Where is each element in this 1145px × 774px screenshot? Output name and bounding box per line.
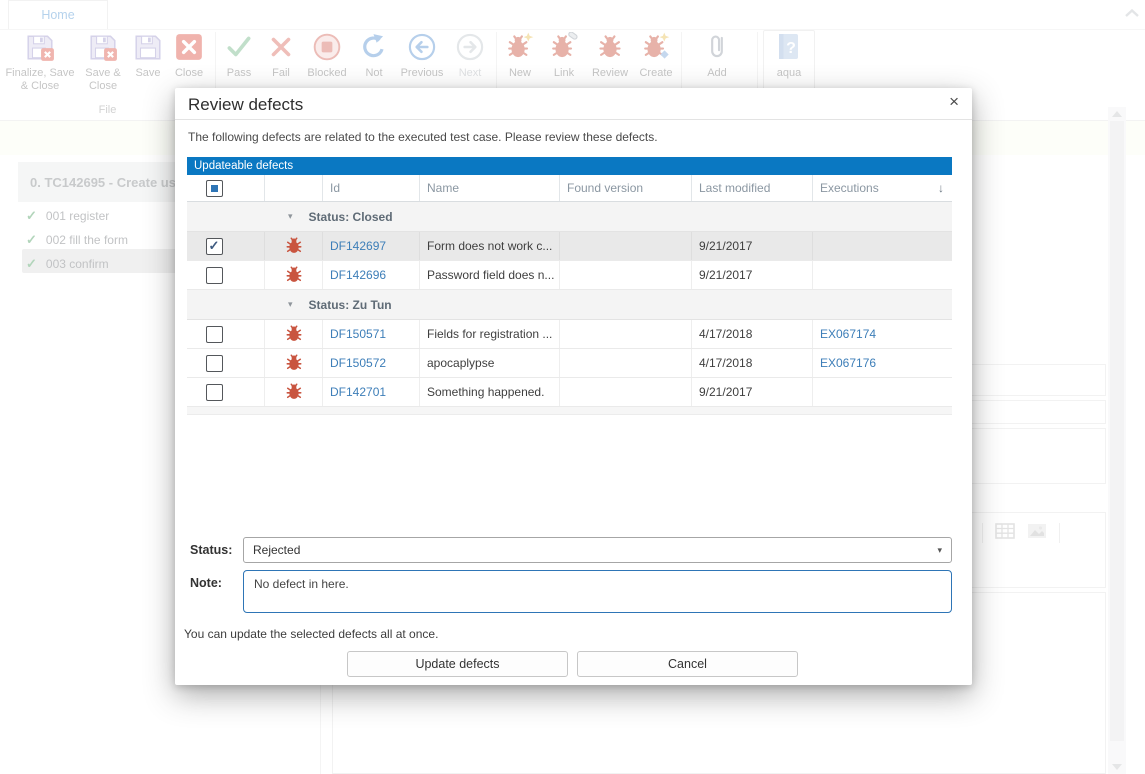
table-row[interactable]: DF150571 Fields for registration ... 4/1… (187, 320, 952, 349)
defect-id-link[interactable]: DF150572 (323, 349, 420, 377)
grid-caption: Updateable defects (187, 157, 952, 175)
found-version (560, 232, 692, 260)
last-modified: 9/21/2017 (692, 261, 813, 289)
column-header-id[interactable]: Id (323, 175, 420, 201)
defect-name: Fields for registration ... (420, 320, 560, 348)
found-version (560, 320, 692, 348)
execution-link[interactable] (813, 261, 952, 289)
bug-icon (285, 324, 303, 345)
bug-icon (285, 265, 303, 286)
defect-id-link[interactable]: DF150571 (323, 320, 420, 348)
dialog-hint-text: You can update the selected defects all … (184, 627, 438, 641)
defect-name: apocaplypse (420, 349, 560, 377)
column-header-found-version[interactable]: Found version (560, 175, 692, 201)
last-modified: 9/21/2017 (692, 232, 813, 260)
last-modified: 4/17/2018 (692, 320, 813, 348)
defect-id-link[interactable]: DF142696 (323, 261, 420, 289)
bug-icon (285, 382, 303, 403)
execution-link[interactable]: EX067174 (813, 320, 952, 348)
execution-link[interactable]: EX067176 (813, 349, 952, 377)
column-header-last-modified[interactable]: Last modified (692, 175, 813, 201)
row-checkbox[interactable] (206, 384, 223, 401)
table-row[interactable]: DF142697 Form does not work c... 9/21/20… (187, 232, 952, 261)
collapse-icon[interactable]: ▾ (288, 211, 293, 222)
group-label: Status: Zu Tun (309, 298, 392, 312)
column-header-executions[interactable]: Executions ↓ (813, 175, 952, 201)
defect-id-link[interactable]: DF142701 (323, 378, 420, 406)
row-checkbox[interactable] (206, 355, 223, 372)
column-header-name[interactable]: Name (420, 175, 560, 201)
group-label: Status: Closed (309, 210, 393, 224)
bug-icon (285, 353, 303, 374)
found-version (560, 349, 692, 377)
status-dropdown[interactable]: Rejected ▾ (243, 537, 952, 563)
row-checkbox[interactable] (206, 326, 223, 343)
group-row-zu-tun[interactable]: ▾ Status: Zu Tun (187, 290, 952, 320)
sort-descending-icon[interactable]: ↓ (938, 181, 944, 195)
defect-name: Password field does n... (420, 261, 560, 289)
close-icon[interactable]: × (949, 92, 959, 112)
execution-link[interactable] (813, 232, 952, 260)
execution-link[interactable] (813, 378, 952, 406)
review-defects-dialog: Review defects × The following defects a… (175, 88, 972, 685)
grid-footer-strip (187, 407, 952, 415)
select-all-checkbox[interactable] (206, 180, 223, 197)
last-modified: 4/17/2018 (692, 349, 813, 377)
found-version (560, 378, 692, 406)
cancel-button[interactable]: Cancel (577, 651, 798, 677)
last-modified: 9/21/2017 (692, 378, 813, 406)
status-value: Rejected (253, 543, 300, 557)
table-row[interactable]: DF150572 apocaplypse 4/17/2018 EX067176 (187, 349, 952, 378)
table-row[interactable]: DF142701 Something happened. 9/21/2017 (187, 378, 952, 407)
table-row[interactable]: DF142696 Password field does n... 9/21/2… (187, 261, 952, 290)
group-row-closed[interactable]: ▾ Status: Closed (187, 202, 952, 232)
grid-header-row: Id Name Found version Last modified Exec… (187, 175, 952, 202)
row-checkbox[interactable] (206, 267, 223, 284)
title-divider (175, 119, 972, 120)
defect-name: Form does not work c... (420, 232, 560, 260)
defect-name: Something happened. (420, 378, 560, 406)
app-window: Home Finalize, Save & Close Save & Close… (0, 0, 1145, 774)
defect-id-link[interactable]: DF142697 (323, 232, 420, 260)
bug-icon (285, 236, 303, 257)
found-version (560, 261, 692, 289)
dialog-title: Review defects (188, 95, 303, 115)
column-header-icon[interactable] (265, 175, 323, 201)
status-label: Status: (190, 543, 232, 557)
dialog-intro-text: The following defects are related to the… (188, 130, 658, 144)
note-input[interactable]: No defect in here. (243, 570, 952, 613)
note-label: Note: (190, 576, 222, 590)
collapse-icon[interactable]: ▾ (288, 299, 293, 310)
row-checkbox[interactable] (206, 238, 223, 255)
defects-grid: Updateable defects Id Name Found version… (187, 157, 952, 415)
chevron-down-icon: ▾ (937, 545, 942, 556)
update-defects-button[interactable]: Update defects (347, 651, 568, 677)
